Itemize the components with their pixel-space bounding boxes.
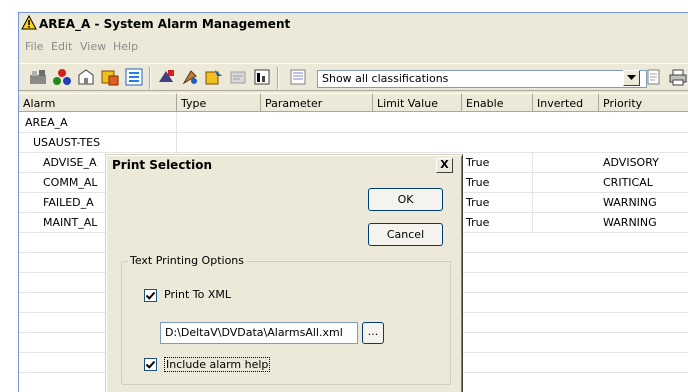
menu-bar: File Edit View Help	[19, 38, 688, 58]
properties-sheet-icon[interactable]	[645, 68, 663, 86]
column-header-type[interactable]: Type	[177, 93, 261, 112]
title-bar: AREA_A - System Alarm Management	[19, 13, 688, 37]
print-icon[interactable]	[669, 68, 687, 86]
alarm-cell: USAUST-TES	[19, 133, 177, 153]
column-header-limit-value[interactable]: Limit Value	[373, 93, 462, 112]
table-row[interactable]: USAUST-TES	[19, 133, 688, 153]
priority-cell: WARNING	[599, 193, 688, 213]
include-alarm-help-checkbox[interactable]	[144, 358, 157, 371]
enable-cell: True	[462, 193, 533, 213]
dialog-close-button[interactable]: X	[436, 158, 453, 173]
hierarchy-icon[interactable]	[125, 68, 143, 86]
properties-icon[interactable]	[181, 68, 199, 86]
toolbar: Show all classifications	[19, 63, 688, 91]
column-header-enable[interactable]: Enable	[462, 93, 533, 112]
xml-path-value: D:\DeltaV\DVData\AlarmsAll.xml	[165, 326, 343, 339]
enable-cell: True	[462, 213, 533, 233]
checkmark-icon	[145, 360, 156, 369]
menu-file[interactable]: File	[25, 40, 43, 53]
include-alarm-help-label: Include alarm help	[164, 357, 271, 372]
enable-cell: True	[462, 173, 533, 193]
column-header-inverted[interactable]: Inverted	[533, 93, 599, 112]
column-header-priority[interactable]: Priority	[599, 93, 688, 112]
alarm-management-window: AREA_A - System Alarm Management File Ed…	[18, 12, 688, 392]
print-selection-dialog: Print Selection X OK Cancel Text Printin…	[105, 154, 463, 392]
ok-button[interactable]: OK	[368, 188, 443, 211]
plant-icon[interactable]	[77, 68, 95, 86]
node-icon[interactable]	[53, 68, 71, 86]
toolbar-separator	[277, 67, 279, 89]
toolbar-separator	[149, 67, 151, 89]
table-row[interactable]: AREA_A	[19, 113, 688, 133]
group-label: Text Printing Options	[128, 254, 246, 267]
print-to-xml-label: Print To XML	[164, 288, 232, 301]
priority-cell: CRITICAL	[599, 173, 688, 193]
priority-cell: WARNING	[599, 213, 688, 233]
enable-cell: True	[462, 153, 533, 173]
print-to-xml-checkbox[interactable]	[144, 289, 157, 302]
text-printing-options-group: Text Printing Options Print To XML D:\De…	[121, 254, 451, 385]
alarm-bell-icon	[21, 14, 37, 34]
area-icon[interactable]	[29, 68, 47, 86]
menu-view[interactable]: View	[80, 40, 106, 53]
classification-dropdown-button[interactable]	[623, 70, 640, 86]
filter-icon[interactable]	[289, 68, 307, 86]
browse-button[interactable]: ...	[362, 322, 384, 344]
menu-edit[interactable]: Edit	[51, 40, 72, 53]
grid-header: Alarm Type Parameter Limit Value Enable …	[19, 93, 688, 112]
window-title: AREA_A - System Alarm Management	[39, 17, 291, 31]
priority-cell: ADVISORY	[599, 153, 688, 173]
assign-icon[interactable]	[205, 68, 223, 86]
menu-help[interactable]: Help	[113, 40, 138, 53]
column-header-parameter[interactable]: Parameter	[261, 93, 373, 112]
column-header-alarm[interactable]: Alarm	[19, 93, 177, 112]
close-icon: X	[440, 158, 449, 171]
module-icon[interactable]	[101, 68, 119, 86]
disabled-tool-icon[interactable]	[229, 68, 247, 86]
classification-filter-value: Show all classifications	[322, 72, 449, 85]
alarm-type-icon[interactable]	[157, 68, 175, 86]
classification-filter-select[interactable]: Show all classifications	[317, 70, 647, 88]
xml-path-input[interactable]: D:\DeltaV\DVData\AlarmsAll.xml	[160, 322, 358, 344]
columns-icon[interactable]	[253, 68, 271, 86]
chevron-down-icon	[627, 75, 636, 80]
dialog-title: Print Selection	[112, 158, 213, 172]
checkmark-icon	[145, 291, 156, 300]
alarm-cell: AREA_A	[19, 113, 177, 133]
cancel-button[interactable]: Cancel	[368, 223, 443, 246]
